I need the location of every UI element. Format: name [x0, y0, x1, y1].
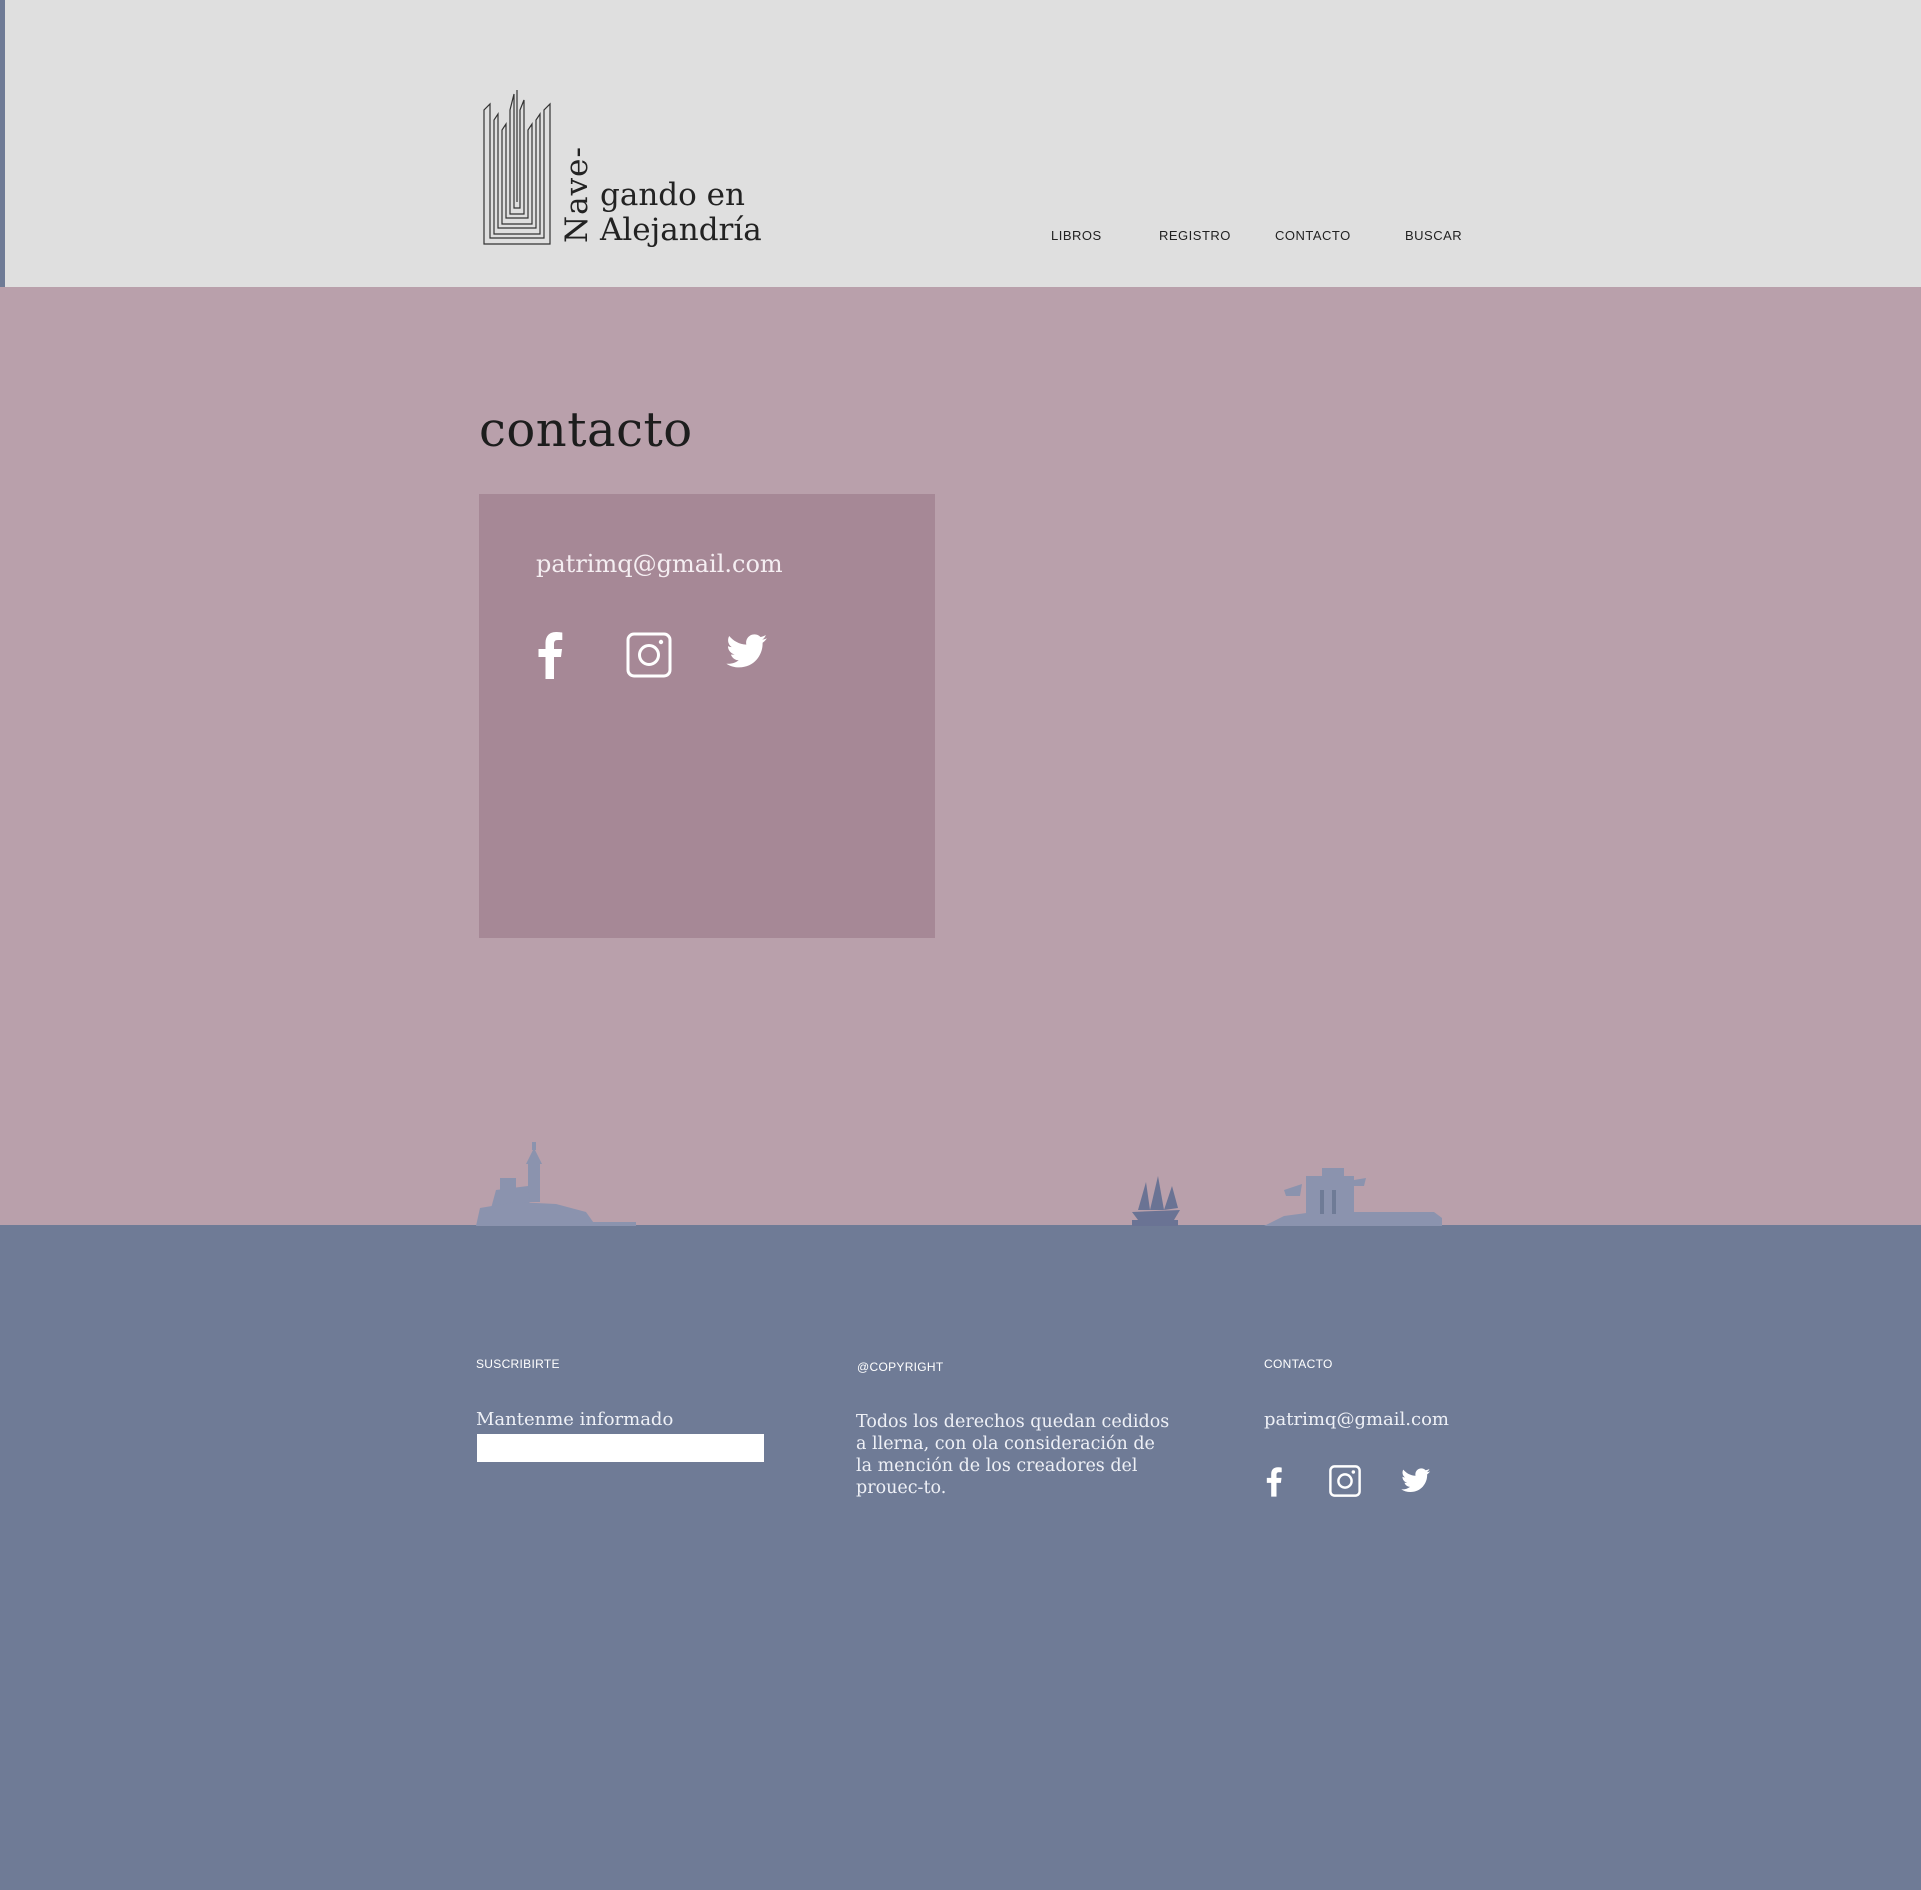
- contact-email[interactable]: patrimq@gmail.com: [536, 550, 783, 578]
- facebook-icon[interactable]: [1264, 1464, 1284, 1498]
- ship-illustration: [1132, 1176, 1180, 1226]
- logo-arches-icon: [483, 90, 551, 245]
- logo-vertical-text: Nave-: [559, 146, 595, 243]
- footer-subscribe-title: SUSCRIBIRTE: [476, 1357, 560, 1371]
- contact-card: patrimq@gmail.com: [479, 494, 935, 938]
- footer-email[interactable]: patrimq@gmail.com: [1264, 1409, 1449, 1430]
- footer-contact-title: CONTACTO: [1264, 1357, 1333, 1371]
- logo-line-2: Alejandría: [600, 212, 762, 248]
- logo-line-1: gando en: [600, 177, 745, 213]
- twitter-icon[interactable]: [726, 634, 768, 670]
- ruins-illustration: [1264, 1168, 1442, 1226]
- facebook-icon[interactable]: [534, 629, 566, 679]
- nav-libros[interactable]: LIBROS: [1051, 228, 1102, 243]
- copyright-text: Todos los derechos quedan cedidos a ller…: [856, 1412, 1170, 1498]
- instagram-icon[interactable]: [1329, 1465, 1361, 1497]
- subscribe-label: Mantenme informado: [476, 1409, 674, 1430]
- lighthouse-illustration: [476, 1142, 636, 1226]
- nav-contacto[interactable]: CONTACTO: [1275, 228, 1351, 243]
- site-header: [5, 0, 1921, 287]
- main-content: contacto patrimq@gmail.com: [0, 287, 1921, 1225]
- page-title: contacto: [479, 402, 693, 458]
- twitter-icon[interactable]: [1401, 1468, 1431, 1494]
- nav-registro[interactable]: REGISTRO: [1159, 228, 1231, 243]
- footer-copyright-title: @COPYRIGHT: [857, 1360, 944, 1374]
- subscribe-email-input[interactable]: [477, 1434, 764, 1462]
- nav-buscar[interactable]: BUSCAR: [1405, 228, 1462, 243]
- instagram-icon[interactable]: [626, 632, 672, 678]
